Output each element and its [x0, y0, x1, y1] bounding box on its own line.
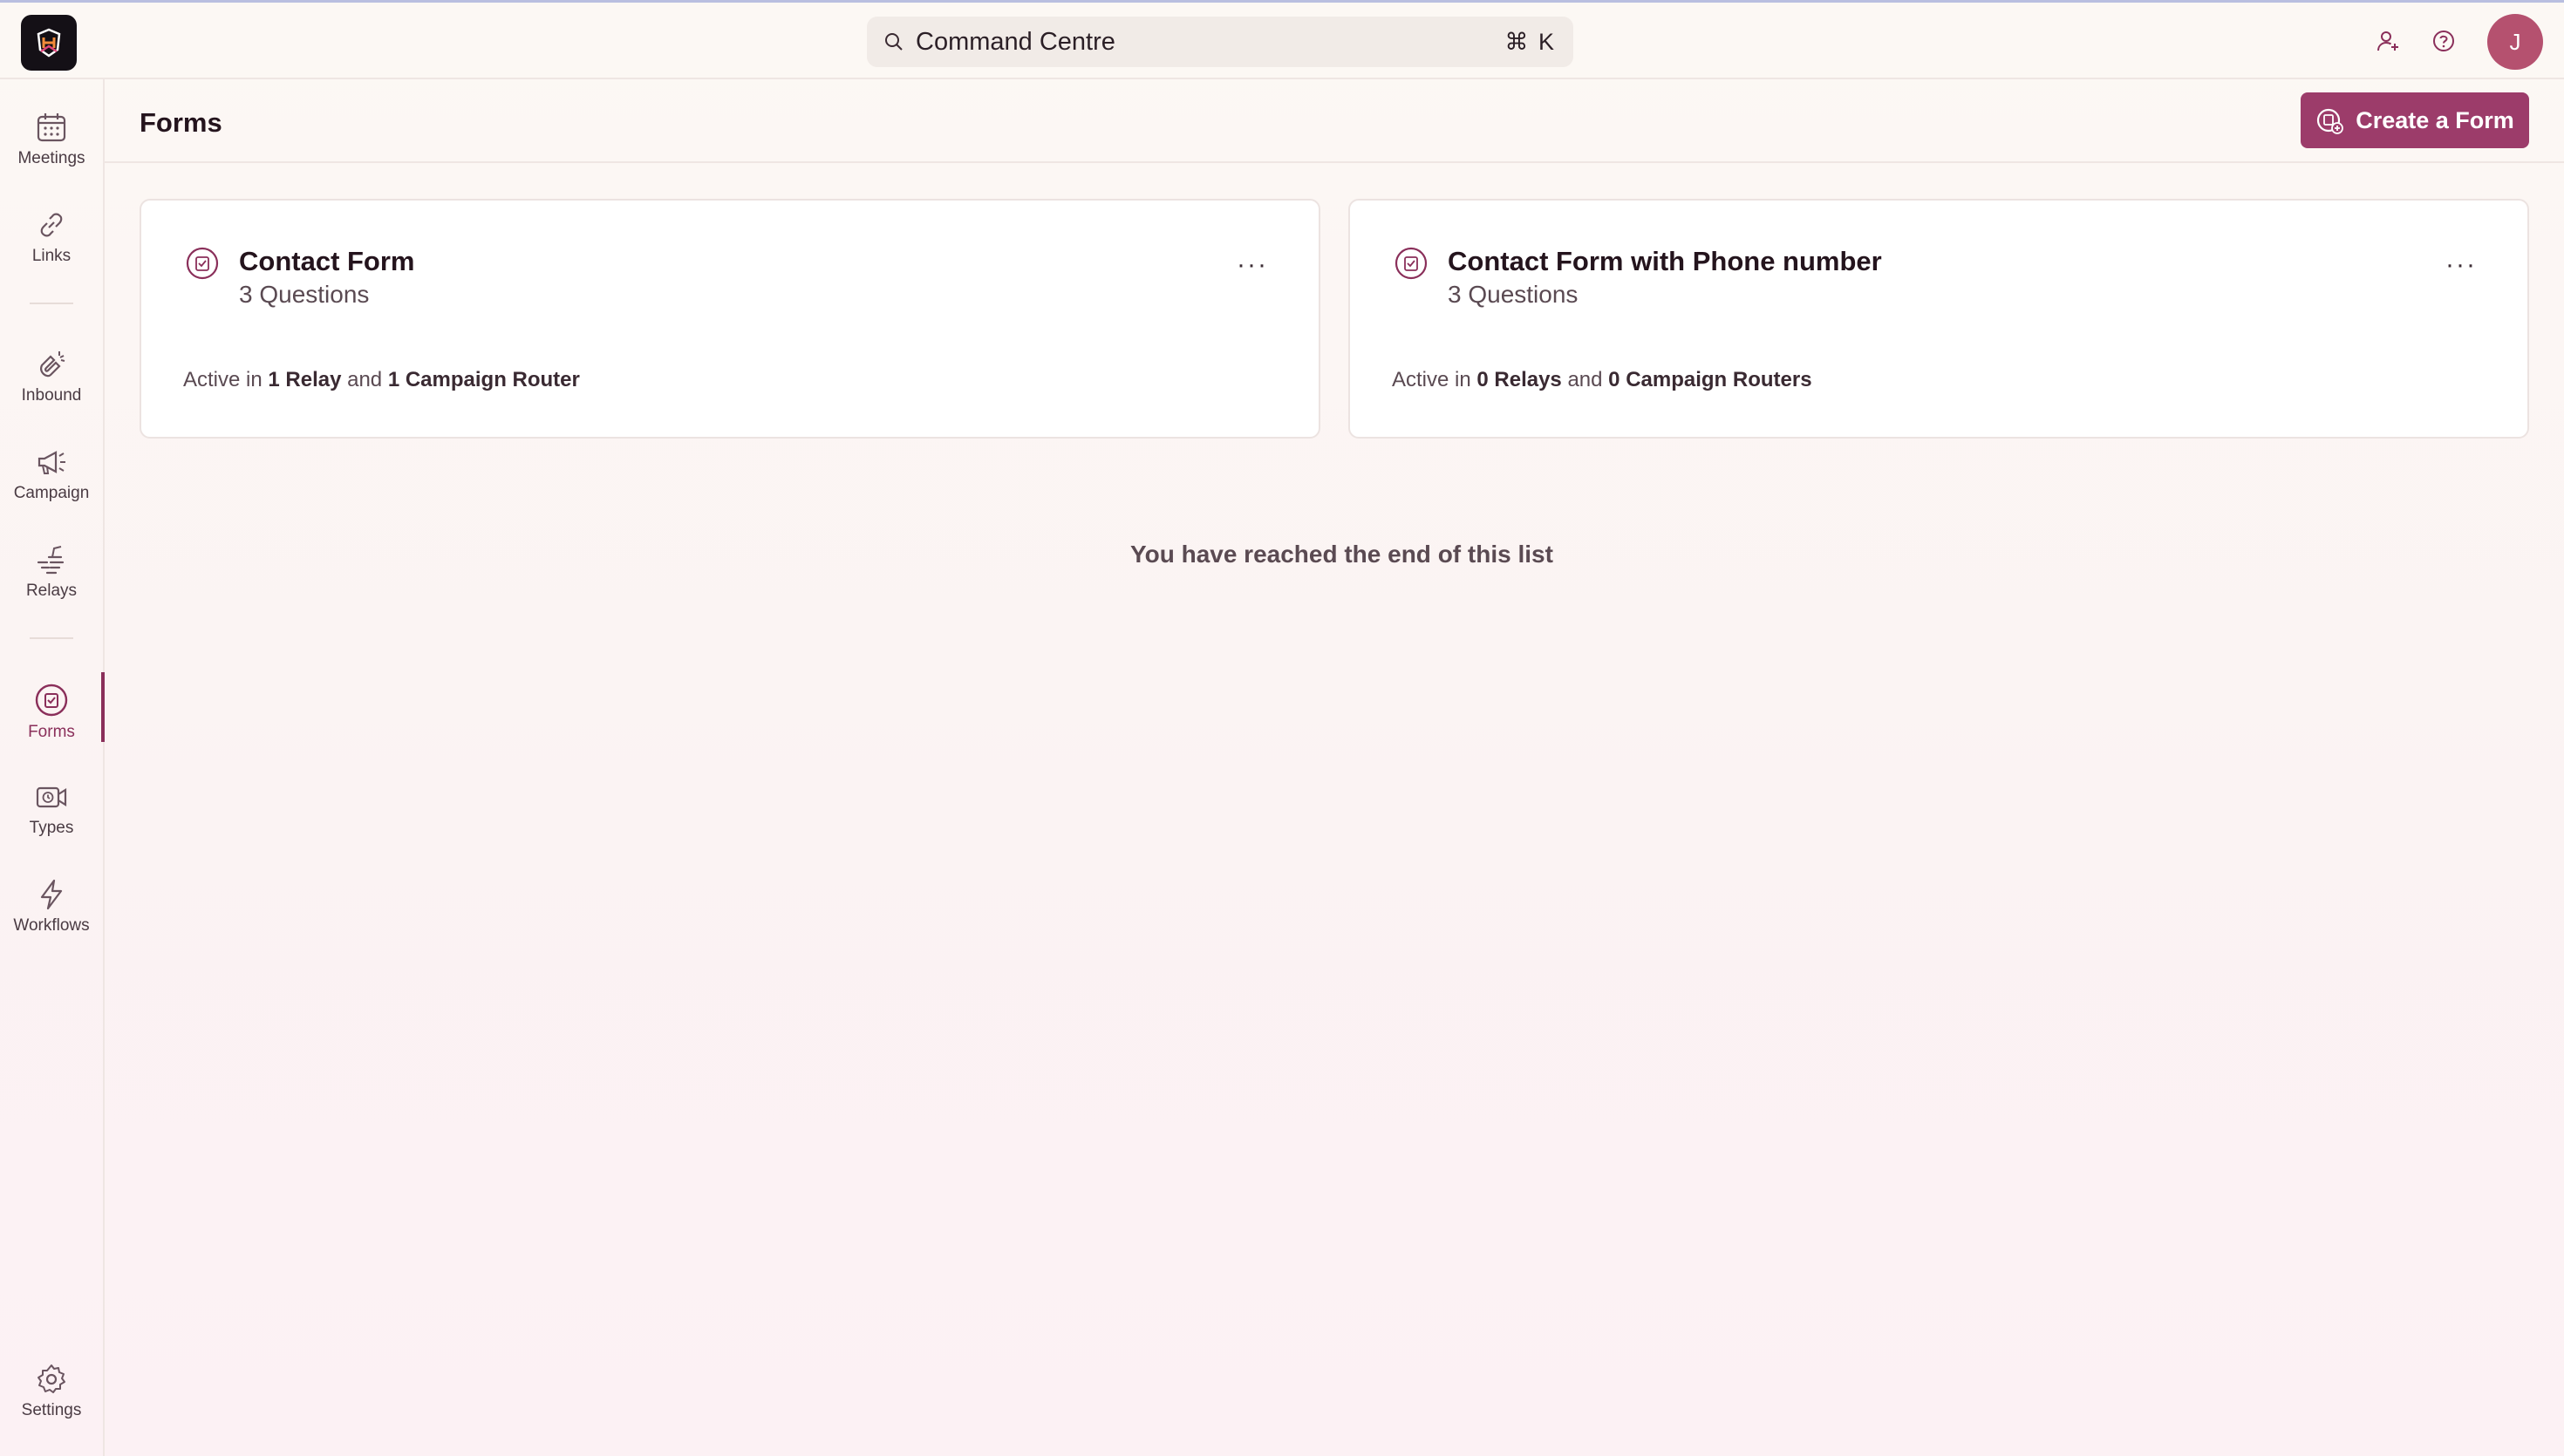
- form-usage-status: Active in 1 Relay and 1 Campaign Router: [183, 368, 580, 392]
- sidebar-divider: [30, 303, 73, 304]
- sidebar-item-label: Relays: [25, 582, 78, 600]
- help-button[interactable]: [2428, 25, 2459, 57]
- form-usage-status: Active in 0 Relays and 0 Campaign Router…: [1392, 368, 1812, 392]
- sidebar-item-inbound[interactable]: Inbound: [0, 332, 103, 416]
- sidebar-item-campaign[interactable]: Campaign: [0, 430, 103, 514]
- gear-icon: [38, 1364, 65, 1393]
- sidebar-item-links[interactable]: Links: [0, 193, 103, 276]
- video-clock-icon: [36, 786, 67, 808]
- sidebar: Meetings Links Inbound Campaign Relays F…: [0, 79, 105, 1456]
- status-joiner: and: [347, 368, 383, 391]
- sidebar-item-label: Links: [31, 247, 72, 265]
- form-icon: [186, 247, 219, 280]
- form-question-count: 3 Questions: [239, 281, 370, 308]
- megaphone-icon: [38, 451, 65, 474]
- sidebar-item-types[interactable]: Types: [0, 765, 103, 848]
- link-icon: [40, 213, 63, 237]
- sidebar-item-label: Meetings: [17, 149, 85, 167]
- form-icon: [35, 684, 68, 717]
- sidebar-item-label: Inbound: [21, 386, 82, 405]
- status-prefix: Active in: [183, 368, 263, 391]
- search-icon: [885, 33, 903, 51]
- sidebar-item-label: Workflows: [13, 916, 90, 935]
- form-title: Contact Form: [239, 246, 415, 276]
- create-form-label: Create a Form: [2356, 106, 2514, 133]
- page-title: Forms: [140, 107, 222, 138]
- top-bar: Command Centre ⌘ K J: [0, 3, 2564, 79]
- sidebar-item-label: Settings: [21, 1401, 82, 1419]
- page-header: Forms Create a Form: [105, 79, 2564, 163]
- relay-count: 1 Relay: [268, 368, 342, 391]
- router-count: 1 Campaign Router: [387, 368, 580, 391]
- create-form-button[interactable]: Create a Form: [2301, 92, 2529, 148]
- magnet-icon: [40, 351, 65, 378]
- sidebar-divider: [30, 637, 73, 639]
- add-user-button[interactable]: [2372, 25, 2404, 57]
- form-title: Contact Form with Phone number: [1448, 246, 1882, 276]
- logo-icon: [37, 28, 61, 58]
- add-user-icon: [2377, 31, 2398, 51]
- app-logo[interactable]: [21, 15, 77, 71]
- status-prefix: Active in: [1392, 368, 1471, 391]
- lightning-icon: [40, 879, 63, 910]
- sidebar-item-forms[interactable]: Forms: [0, 667, 105, 751]
- search-shortcut: ⌘ K: [1504, 28, 1556, 55]
- form-card[interactable]: Contact Form 3 Questions ··· Active in 1…: [140, 199, 1320, 439]
- help-icon: [2433, 31, 2454, 51]
- more-options-button[interactable]: ···: [2445, 252, 2477, 278]
- sidebar-item-meetings[interactable]: Meetings: [0, 95, 103, 179]
- relay-hand-icon: [37, 546, 65, 575]
- status-joiner: and: [1567, 368, 1603, 391]
- sidebar-item-label: Forms: [28, 723, 75, 741]
- form-card[interactable]: Contact Form with Phone number 3 Questio…: [1348, 199, 2529, 439]
- more-options-button[interactable]: ···: [1237, 252, 1268, 278]
- form-icon: [1395, 247, 1428, 280]
- relay-count: 0 Relays: [1476, 368, 1562, 391]
- sidebar-item-workflows[interactable]: Workflows: [0, 862, 103, 946]
- command-centre-search[interactable]: Command Centre ⌘ K: [867, 17, 1573, 67]
- search-label: Command Centre: [916, 27, 1115, 56]
- end-of-list-message: You have reached the end of this list: [1130, 541, 1553, 568]
- sidebar-item-relays[interactable]: Relays: [0, 527, 103, 611]
- create-form-icon: [2317, 108, 2344, 134]
- router-count: 0 Campaign Routers: [1608, 368, 1812, 391]
- sidebar-item-label: Types: [29, 819, 74, 837]
- sidebar-item-settings[interactable]: Settings: [0, 1347, 103, 1431]
- user-avatar[interactable]: J: [2487, 14, 2543, 70]
- calendar-icon: [37, 113, 66, 142]
- form-question-count: 3 Questions: [1448, 281, 1579, 308]
- sidebar-item-label: Campaign: [13, 484, 90, 502]
